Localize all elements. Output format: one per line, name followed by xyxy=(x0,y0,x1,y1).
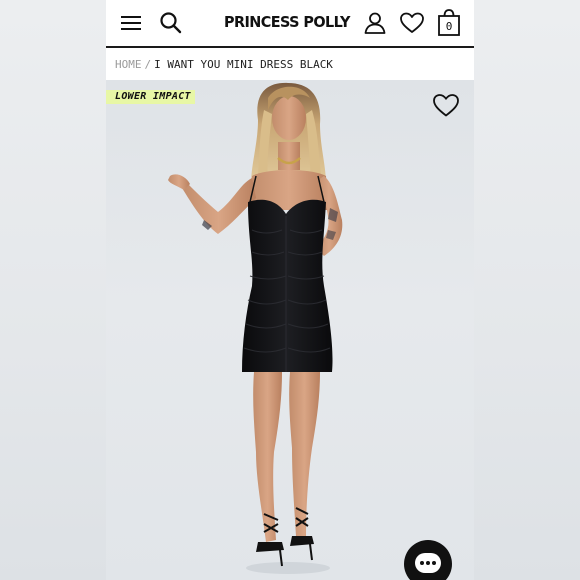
background-blur-left xyxy=(0,0,106,580)
product-page: PRINCESS POLLY 0 HOME / I WANT YOU MINI DR… xyxy=(106,0,474,580)
model-photo xyxy=(168,82,343,574)
background-blur-right xyxy=(474,0,580,580)
chat-dot xyxy=(432,561,436,565)
chat-bubble-icon xyxy=(415,553,441,573)
bag-count: 0 xyxy=(445,20,453,33)
heart-icon[interactable] xyxy=(399,10,425,36)
search-icon[interactable] xyxy=(158,10,184,36)
site-header: PRINCESS POLLY 0 xyxy=(106,0,474,48)
menu-icon[interactable] xyxy=(119,10,145,36)
shopping-bag-icon[interactable]: 0 xyxy=(436,8,462,38)
breadcrumb-home-link[interactable]: HOME xyxy=(115,58,142,71)
chat-button[interactable] xyxy=(404,540,452,580)
product-image[interactable]: LOWER IMPACT xyxy=(106,80,474,580)
brand-logo[interactable]: PRINCESS POLLY xyxy=(224,13,350,31)
breadcrumb-separator: / xyxy=(144,58,152,71)
breadcrumb: HOME / I WANT YOU MINI DRESS BLACK xyxy=(106,50,474,80)
heart-outline-icon[interactable] xyxy=(432,92,460,118)
breadcrumb-current: I WANT YOU MINI DRESS BLACK xyxy=(154,58,333,71)
lower-impact-badge: LOWER IMPACT xyxy=(106,90,195,104)
chat-dot xyxy=(426,561,430,565)
chat-dot xyxy=(420,561,424,565)
account-icon[interactable] xyxy=(362,10,388,36)
